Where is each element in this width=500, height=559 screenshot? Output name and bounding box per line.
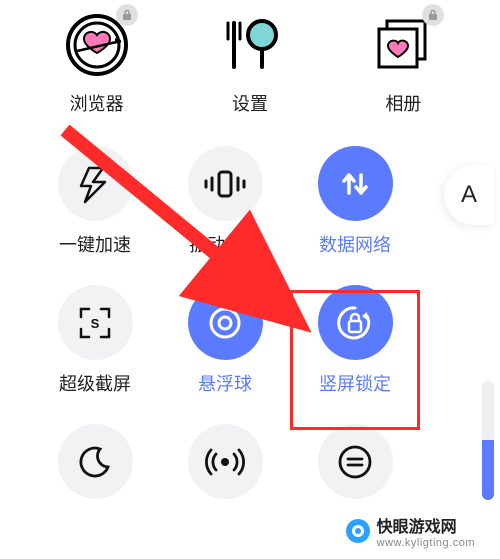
lock-badge-icon bbox=[116, 4, 138, 26]
tile-label: 振动模式 bbox=[189, 231, 261, 257]
toggle-vibrate[interactable]: 振动模式 bbox=[160, 146, 290, 257]
toggle-night-mode[interactable] bbox=[30, 424, 160, 499]
screenshot-icon: S bbox=[58, 285, 133, 360]
toggle-hotspot[interactable] bbox=[160, 424, 290, 499]
watermark-logo-icon bbox=[345, 518, 371, 544]
float-ball-icon bbox=[188, 285, 263, 360]
data-icon bbox=[318, 146, 393, 221]
portrait-lock-icon bbox=[318, 285, 393, 360]
app-browser[interactable]: 浏览器 bbox=[42, 10, 152, 116]
hotspot-icon bbox=[188, 424, 263, 499]
browser-heart-icon bbox=[62, 10, 132, 80]
tile-label: 数据网络 bbox=[319, 231, 391, 257]
gallery-heart-icon bbox=[368, 10, 438, 80]
app-label: 相册 bbox=[385, 90, 421, 116]
watermark-brand: 快眼游戏网 bbox=[377, 519, 457, 536]
watermark-url: www.kyligting.com bbox=[377, 537, 475, 549]
quick-toggle-grid: 一键加速 振动模式 数据网络 S 超级截屏 悬浮球 竖屏锁定 bbox=[0, 126, 440, 499]
tile-label: 超级截屏 bbox=[59, 370, 131, 396]
toggle-more[interactable] bbox=[290, 424, 420, 499]
app-row: 浏览器 设置 相册 bbox=[0, 0, 500, 116]
toggle-boost[interactable]: 一键加速 bbox=[30, 146, 160, 257]
vibrate-icon bbox=[188, 146, 263, 221]
tile-label: 悬浮球 bbox=[198, 370, 252, 396]
toggle-screenshot[interactable]: S 超级截屏 bbox=[30, 285, 160, 396]
svg-text:S: S bbox=[91, 316, 100, 331]
tile-label: 一键加速 bbox=[59, 231, 131, 257]
font-toggle-label: A bbox=[461, 181, 477, 209]
lock-badge-icon bbox=[422, 4, 444, 26]
app-label: 浏览器 bbox=[70, 90, 124, 116]
tile-label: 竖屏锁定 bbox=[319, 370, 391, 396]
toggle-float-ball[interactable]: 悬浮球 bbox=[160, 285, 290, 396]
side-indicator[interactable] bbox=[482, 380, 494, 500]
app-settings[interactable]: 设置 bbox=[195, 10, 305, 116]
toggle-portrait-lock[interactable]: 竖屏锁定 bbox=[290, 285, 420, 396]
moon-icon bbox=[58, 424, 133, 499]
app-label: 设置 bbox=[232, 90, 268, 116]
settings-cutlery-icon bbox=[215, 10, 285, 80]
more-icon bbox=[318, 424, 393, 499]
app-gallery[interactable]: 相册 bbox=[348, 10, 458, 116]
boost-icon bbox=[58, 146, 133, 221]
font-size-toggle[interactable]: A bbox=[444, 165, 494, 225]
watermark: 快眼游戏网 www.kyligting.com bbox=[345, 513, 475, 549]
toggle-data[interactable]: 数据网络 bbox=[290, 146, 420, 257]
